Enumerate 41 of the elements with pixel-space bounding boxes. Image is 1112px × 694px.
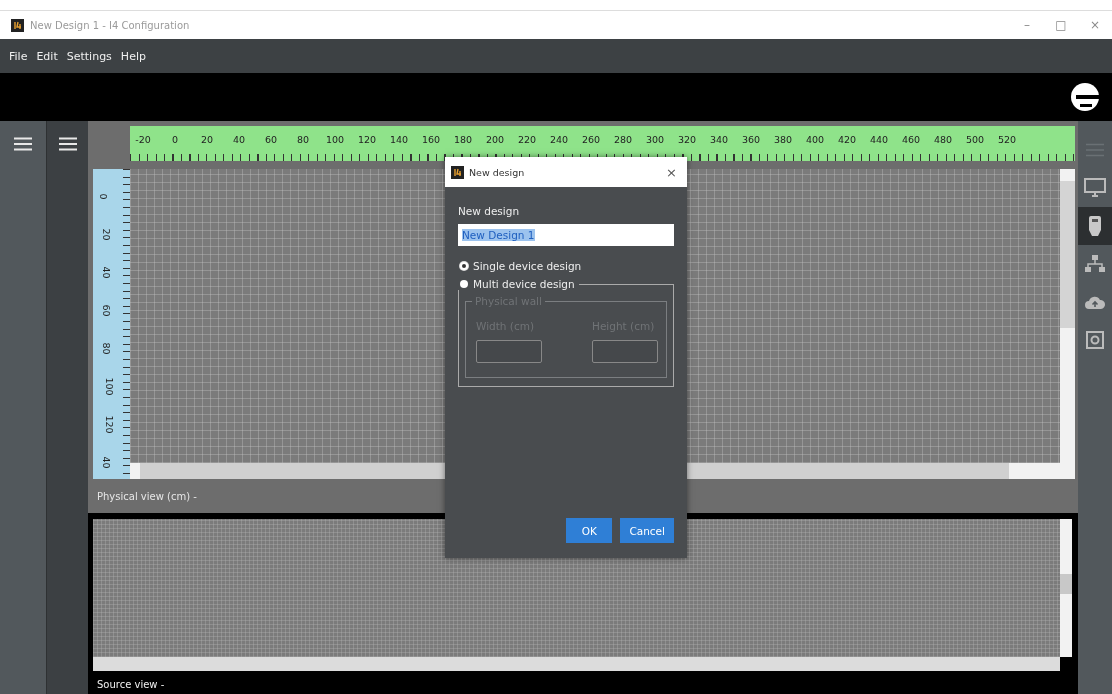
ruler-label: 60: [100, 304, 112, 317]
ruler-label: 340: [708, 134, 730, 145]
ruler-label: 0: [97, 193, 109, 200]
ruler-label: 40: [100, 266, 112, 279]
ruler-label: 420: [836, 134, 858, 145]
ruler-label: 500: [964, 134, 986, 145]
panel-label: Source view -: [96, 678, 166, 690]
window-title: New Design 1 - I4 Configuration: [30, 19, 191, 31]
ruler-label: 0: [170, 134, 179, 145]
field-label: New design: [458, 205, 521, 217]
ruler-label: 100: [324, 134, 346, 145]
ruler-label: 120: [356, 134, 378, 145]
ruler-label: 140: [388, 134, 410, 145]
ruler-label: 180: [452, 134, 474, 145]
ruler-label: 360: [740, 134, 762, 145]
ruler-label: 120: [103, 415, 115, 434]
ruler-label: 320: [676, 134, 698, 145]
ruler-label: 440: [868, 134, 890, 145]
ruler-label: 160: [420, 134, 442, 145]
ruler-label: 460: [900, 134, 922, 145]
ruler-label: 240: [548, 134, 570, 145]
ruler-label: 480: [932, 134, 954, 145]
ruler-label: 80: [100, 342, 112, 355]
ruler-label: -20: [134, 134, 152, 145]
panel-label: Physical view (cm) -: [96, 490, 198, 502]
ruler-label: 40: [100, 456, 112, 469]
ruler-label: 200: [484, 134, 506, 145]
ruler-label: 300: [644, 134, 666, 145]
ruler-label: 40: [231, 134, 247, 145]
ruler-label: 20: [100, 228, 112, 241]
ruler-label: 60: [263, 134, 279, 145]
dialog-title: New design: [469, 166, 526, 178]
ruler-label: 220: [516, 134, 538, 145]
ruler-label: 80: [295, 134, 311, 145]
ruler-label: 380: [772, 134, 794, 145]
ruler-label: 400: [804, 134, 826, 145]
ruler-label: 260: [580, 134, 602, 145]
ruler-label: 520: [996, 134, 1018, 145]
ruler-label: 280: [612, 134, 634, 145]
ruler-label: 100: [103, 377, 115, 396]
ruler-label: 20: [199, 134, 215, 145]
